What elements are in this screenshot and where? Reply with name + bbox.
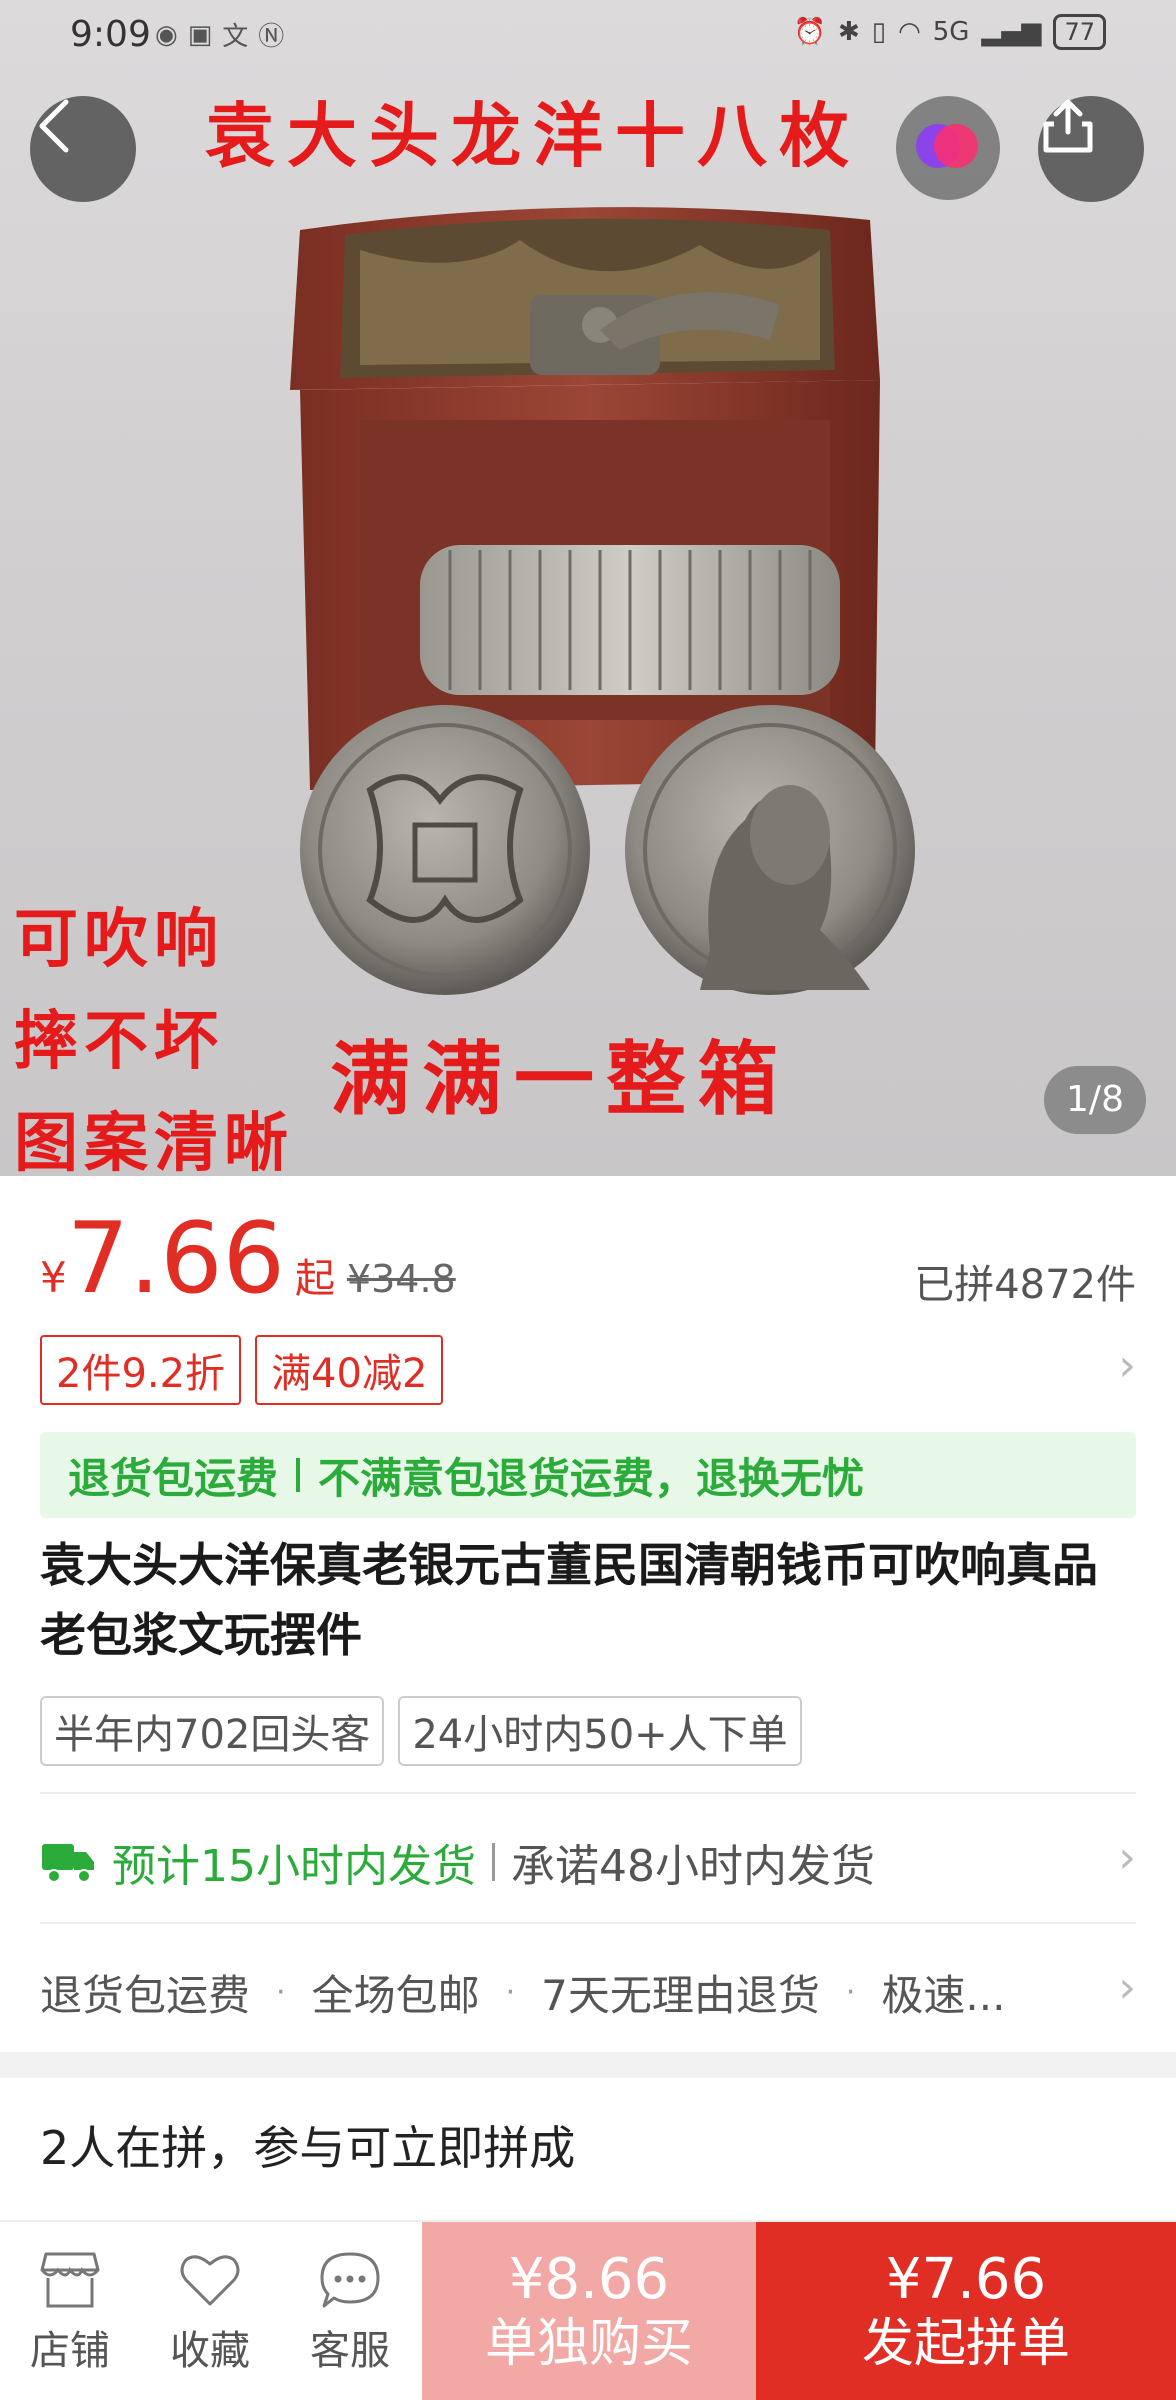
status-bar: 9:09 ◉ ▣ 文 Ⓝ ⏰ ✱ ▯ ◠ 5G ▂▄▆ 77 — [0, 0, 1176, 70]
text-icon: 文 — [222, 22, 249, 52]
group-label: 发起拼单 — [861, 2314, 1070, 2374]
original-price: ¥34.8 — [346, 1257, 456, 1301]
vibrate-icon: ▯ — [871, 17, 887, 47]
chevron-right-icon[interactable]: › — [1118, 1962, 1136, 2013]
chat-icon — [320, 2252, 380, 2308]
share-icon — [1043, 99, 1093, 153]
solo-price: ¥8.66 — [508, 2247, 670, 2312]
status-system-icons: ⏰ ✱ ▯ ◠ 5G ▂▄▆ 77 — [794, 14, 1106, 50]
truck-icon — [42, 1844, 94, 1883]
divider — [40, 1792, 1136, 1794]
status-notification-icons: ◉ ▣ 文 Ⓝ — [155, 16, 284, 53]
product-title: 袁大头大洋保真老银元古董民国清朝钱币可吹响真品老包浆文玩摆件 — [40, 1538, 1098, 1662]
chevron-left-icon — [39, 99, 69, 153]
divider — [492, 1843, 495, 1881]
battery-icon: 77 — [1053, 14, 1106, 50]
product-page: 9:09 ◉ ▣ 文 Ⓝ ⏰ ✱ ▯ ◠ 5G ▂▄▆ 77 袁大头龙洋十八枚 … — [0, 0, 1176, 2400]
signal-icon: ▂▄▆ — [981, 17, 1042, 47]
service-item: 7天无理由退货 — [541, 1971, 820, 2020]
current-price: 7.66 — [66, 1202, 285, 1316]
divider — [40, 1922, 1136, 1924]
guarantee-label: 退货包运费 — [68, 1453, 279, 1503]
brand-logo-button[interactable] — [896, 96, 1000, 200]
shipping-estimate: 预计15小时内发货 — [112, 1841, 476, 1892]
service-item: 全场包邮 — [311, 1971, 480, 2020]
nfc-icon: Ⓝ — [258, 22, 285, 52]
bluetooth-icon: ✱ — [837, 17, 860, 47]
favorite-label: 收藏 — [170, 2328, 250, 2374]
solo-label: 单独购买 — [484, 2314, 693, 2374]
coupon-badge[interactable]: 满40减2 — [255, 1335, 444, 1405]
price-suffix: 起 — [294, 1256, 335, 1302]
orders-tag: 24小时内50+人下单 — [398, 1696, 802, 1766]
product-tags: 半年内702回头客 24小时内50+人下单 — [40, 1696, 802, 1766]
chevron-right-icon[interactable]: › — [1118, 1832, 1136, 1883]
sold-count: 已拼4872件 — [914, 1262, 1136, 1308]
image-banner-title: 袁大头龙洋十八枚 — [205, 94, 861, 177]
repeat-customer-tag: 半年内702回头客 — [40, 1696, 385, 1766]
divider — [296, 1458, 301, 1492]
coupon-badge[interactable]: 2件9.2折 — [40, 1335, 242, 1405]
section-gap — [0, 2052, 1176, 2078]
shipping-promise: 承诺48小时内发货 — [511, 1841, 875, 1892]
service-item: 退货包运费 — [40, 1971, 251, 2020]
service-row[interactable]: 退货包运费 · 全场包邮 · 7天无理由退货 · 极速... — [40, 1962, 1005, 2023]
dot-separator: · — [845, 1975, 856, 2010]
store-button[interactable]: 店铺 — [10, 2250, 130, 2376]
brand-logo-icon — [916, 124, 978, 168]
wifi-icon: ◠ — [898, 17, 921, 47]
image-counter: 1/8 — [1044, 1066, 1146, 1134]
currency-symbol: ¥ — [40, 1253, 67, 1302]
favorite-button[interactable]: 收藏 — [150, 2250, 270, 2376]
customer-service-button[interactable]: 客服 — [290, 2250, 410, 2376]
app-notification-icon: ◉ — [155, 19, 178, 50]
store-label: 店铺 — [30, 2328, 110, 2374]
start-group-buy-button[interactable]: ¥7.66 发起拼单 — [756, 2222, 1176, 2400]
coupon-list[interactable]: 2件9.2折 满40减2 — [40, 1335, 444, 1405]
price-row: ¥ 7.66 起 ¥34.8 — [40, 1210, 456, 1308]
guarantee-detail: 不满意包退货运费，退换无忧 — [318, 1453, 865, 1503]
back-button[interactable] — [30, 96, 136, 202]
dot-separator: · — [276, 1975, 286, 2010]
product-image-gallery[interactable]: 9:09 ◉ ▣ 文 Ⓝ ⏰ ✱ ▯ ◠ 5G ▂▄▆ 77 袁大头龙洋十八枚 … — [0, 0, 1176, 1176]
image-side-line: 可吹响 — [14, 902, 224, 977]
group-buy-info: 2人在拼，参与可立即拼成 — [40, 2121, 576, 2175]
heart-icon — [180, 2255, 240, 2306]
share-button[interactable] — [1038, 96, 1144, 202]
image-big-tag: 满满一整箱 — [330, 1032, 790, 1126]
bottom-action-bar: 店铺 收藏 客服 ¥8.66 单独购买 ¥7.66 发起拼单 — [0, 2220, 1176, 2400]
status-time: 9:09 — [70, 14, 151, 55]
chevron-right-icon[interactable]: › — [1118, 1340, 1136, 1391]
image-side-line: 摔不坏 — [14, 1004, 224, 1079]
dot-separator: · — [505, 1975, 516, 2010]
return-guarantee-banner[interactable]: 退货包运费 不满意包退货运费，退换无忧 — [40, 1432, 1136, 1518]
buy-alone-button[interactable]: ¥8.66 单独购买 — [422, 2222, 756, 2400]
network-type: 5G — [932, 17, 970, 47]
app-notification-icon: ▣ — [187, 19, 213, 50]
store-icon — [40, 2252, 100, 2308]
service-item: 极速... — [881, 1971, 1006, 2020]
shipping-row[interactable]: 预计15小时内发货 承诺48小时内发货 — [40, 1830, 875, 1894]
group-price: ¥7.66 — [885, 2247, 1047, 2312]
alarm-icon: ⏰ — [793, 17, 826, 47]
service-label: 客服 — [310, 2328, 390, 2374]
image-side-line: 图案清晰 — [14, 1106, 294, 1176]
